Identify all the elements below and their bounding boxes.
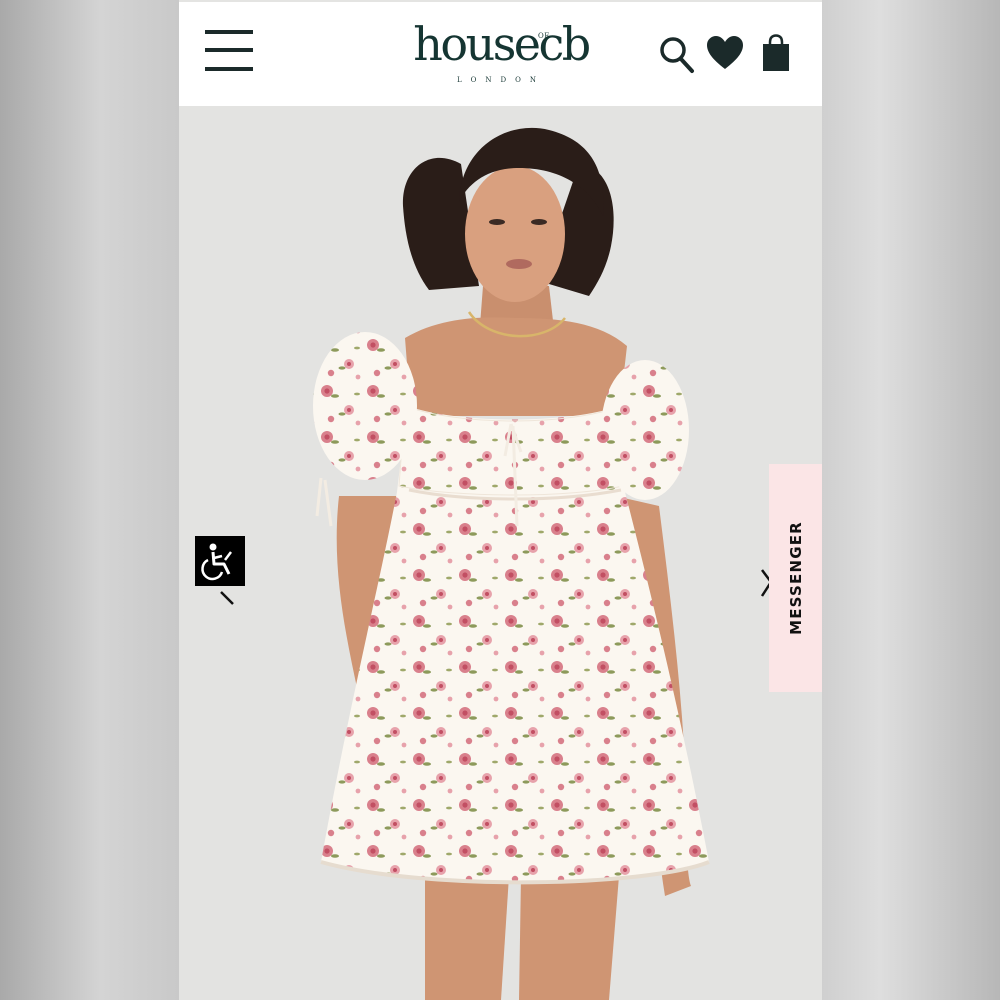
hamburger-menu-icon[interactable]	[205, 30, 253, 72]
messenger-tab[interactable]: MESSENGER	[769, 464, 822, 692]
brand-logo[interactable]: housecb OF LONDON	[391, 16, 611, 92]
product-hero-image	[179, 106, 822, 1000]
messenger-label: MESSENGER	[786, 521, 805, 635]
logo-main-text: house	[413, 17, 541, 71]
logo-subtitle: LONDON	[457, 76, 545, 84]
heart-icon[interactable]	[706, 35, 744, 71]
site-header: housecb OF LONDON	[179, 2, 822, 106]
wheelchair-icon	[201, 543, 232, 581]
search-icon[interactable]	[659, 36, 695, 74]
accessibility-button[interactable]	[195, 536, 245, 586]
shopping-bag-icon[interactable]	[762, 34, 790, 72]
logo-tail-text: cb	[538, 17, 592, 71]
model-photo	[313, 127, 710, 1000]
logo-of-text: OF	[538, 32, 550, 40]
phone-screen: housecb OF LONDON MESSENGER	[179, 0, 822, 1000]
